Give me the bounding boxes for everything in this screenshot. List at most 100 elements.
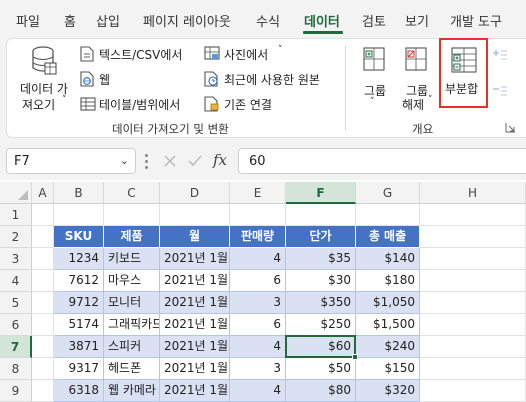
table-cell[interactable]: 마우스 (104, 270, 160, 292)
table-cell[interactable]: 키보드 (104, 248, 160, 270)
table-header-cell[interactable]: 판매량 (230, 226, 286, 248)
table-cell[interactable]: 4 (230, 336, 286, 358)
grid-cell[interactable] (356, 204, 420, 226)
tab-home[interactable]: 홈 (64, 11, 76, 30)
table-header-cell[interactable]: 단가 (286, 226, 356, 248)
table-cell[interactable]: 1234 (54, 248, 104, 270)
table-cell[interactable]: $30 (286, 270, 356, 292)
table-cell[interactable]: 그래픽카드 (104, 314, 160, 336)
row-header[interactable]: 3 (0, 248, 32, 270)
table-header-cell[interactable]: 월 (160, 226, 230, 248)
column-header[interactable]: E (230, 182, 286, 204)
row-header[interactable]: 1 (0, 204, 32, 226)
from-text-csv-button[interactable]: 텍스트/CSV에서 (80, 45, 200, 63)
grid-cell[interactable] (420, 336, 526, 358)
table-cell[interactable]: $1,500 (356, 314, 420, 336)
table-cell[interactable]: 6 (230, 314, 286, 336)
table-cell[interactable]: 9712 (54, 292, 104, 314)
table-cell[interactable]: $180 (356, 270, 420, 292)
table-cell[interactable]: $320 (356, 380, 420, 402)
table-cell[interactable]: 9317 (54, 358, 104, 380)
table-cell[interactable]: $50 (286, 358, 356, 380)
recent-sources-button[interactable]: 최근에 사용한 원본 (204, 70, 336, 88)
tab-review[interactable]: 검토 (362, 11, 386, 30)
grid-cell[interactable] (32, 292, 54, 314)
grid-cell[interactable] (32, 380, 54, 402)
table-cell[interactable]: 3871 (54, 336, 104, 358)
tab-insert[interactable]: 삽입 (96, 11, 120, 30)
from-picture-button[interactable]: 사진에서 ˅ (204, 45, 294, 63)
formula-bar-grip[interactable] (145, 152, 148, 170)
column-header[interactable]: B (54, 182, 104, 204)
table-cell[interactable]: 3 (230, 292, 286, 314)
table-cell[interactable]: $80 (286, 380, 356, 402)
table-cell[interactable]: 헤드폰 (104, 358, 160, 380)
tab-page-layout[interactable]: 페이지 레이아웃 (143, 11, 231, 30)
row-header[interactable]: 2 (0, 226, 32, 248)
table-cell[interactable]: 3 (230, 358, 286, 380)
table-cell[interactable]: $150 (356, 358, 420, 380)
table-cell[interactable]: $140 (356, 248, 420, 270)
from-web-button[interactable]: 웹 (80, 70, 130, 88)
grid-cell[interactable] (420, 292, 526, 314)
grid-cell[interactable] (420, 248, 526, 270)
get-data-button[interactable]: 데이터 가 져오기 ˅ (10, 46, 76, 116)
table-header-cell[interactable]: 총 매출 (356, 226, 420, 248)
insert-function-fx-icon[interactable]: fx (213, 151, 227, 169)
table-cell[interactable]: 2021년 1월 (160, 380, 230, 402)
grid-cell[interactable] (32, 204, 54, 226)
grid-cell[interactable] (32, 314, 54, 336)
row-header[interactable]: 5 (0, 292, 32, 314)
table-cell[interactable]: 7612 (54, 270, 104, 292)
enter-check-icon[interactable] (188, 154, 202, 168)
tab-formulas[interactable]: 수식 (256, 11, 280, 30)
tab-developer[interactable]: 개발 도구 (450, 11, 502, 30)
table-cell[interactable]: $250 (286, 314, 356, 336)
grid-cell[interactable] (32, 270, 54, 292)
grid-cell[interactable] (420, 380, 526, 402)
table-cell[interactable]: 2021년 1월 (160, 358, 230, 380)
existing-connections-button[interactable]: 기존 연결 (204, 95, 294, 113)
table-cell[interactable]: 스피커 (104, 336, 160, 358)
fill-handle[interactable] (352, 354, 358, 360)
column-header[interactable]: A (32, 182, 54, 204)
group-button[interactable]: 그룹 ˅ (356, 46, 392, 112)
table-cell[interactable]: 4 (230, 248, 286, 270)
tab-data[interactable]: 데이터 (304, 11, 340, 30)
column-header[interactable]: F (286, 182, 356, 204)
table-cell[interactable]: 모니터 (104, 292, 160, 314)
table-cell[interactable]: 2021년 1월 (160, 336, 230, 358)
hide-detail-button[interactable] (492, 84, 508, 98)
show-detail-button[interactable] (492, 48, 508, 62)
chevron-down-icon[interactable]: ⌄ (120, 154, 129, 167)
name-box[interactable]: F7 ⌄ (6, 148, 136, 174)
grid-cell[interactable] (420, 358, 526, 380)
grid-cell[interactable] (420, 314, 526, 336)
grid-cell[interactable] (420, 204, 526, 226)
grid-cell[interactable] (160, 204, 230, 226)
table-cell[interactable]: 6 (230, 270, 286, 292)
column-header[interactable]: C (104, 182, 160, 204)
row-header[interactable]: 9 (0, 380, 32, 402)
table-cell[interactable]: $35 (286, 248, 356, 270)
formula-input[interactable]: 60 (238, 148, 526, 174)
grid-cell[interactable] (286, 204, 356, 226)
table-cell[interactable]: 2021년 1월 (160, 314, 230, 336)
grid-cell[interactable] (230, 204, 286, 226)
worksheet-grid[interactable]: A B C D E F G H 1 2 3 4 5 6 7 8 9 SKU 제품 월 판매량 단가 총 매출 1234 키보드 2… (0, 182, 526, 402)
column-header[interactable]: D (160, 182, 230, 204)
grid-cell[interactable] (420, 270, 526, 292)
table-cell[interactable]: 6318 (54, 380, 104, 402)
row-header[interactable]: 7 (0, 336, 32, 358)
column-header[interactable]: G (356, 182, 420, 204)
table-cell[interactable]: 2021년 1월 (160, 248, 230, 270)
column-header[interactable]: H (420, 182, 526, 204)
select-all-corner[interactable] (0, 182, 32, 204)
grid-cell[interactable] (54, 204, 104, 226)
row-header[interactable]: 8 (0, 358, 32, 380)
grid-cell[interactable] (32, 336, 54, 358)
grid-cell[interactable] (32, 248, 54, 270)
table-cell[interactable]: 4 (230, 380, 286, 402)
table-cell[interactable]: $1,050 (356, 292, 420, 314)
tab-file[interactable]: 파일 (16, 11, 40, 30)
